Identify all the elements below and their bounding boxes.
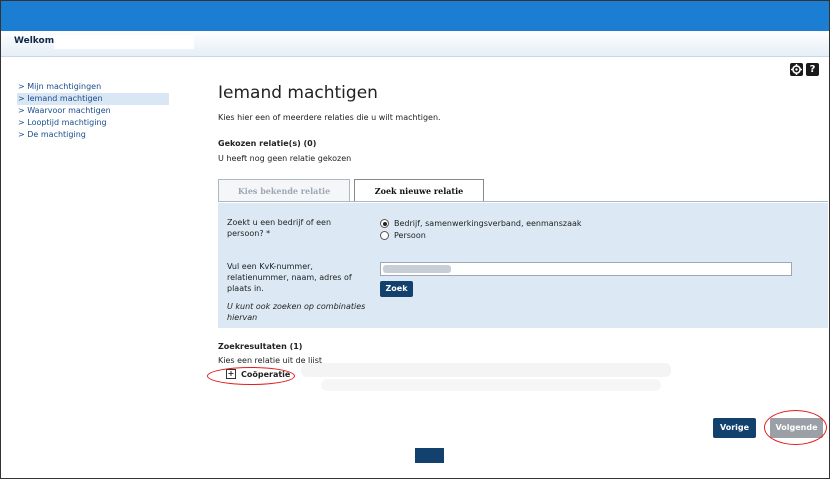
kvk-hint: U kunt ook zoeken op combinaties hiervan [227, 302, 366, 322]
sidebar-item-waarvoor-machtigen[interactable]: > Waarvoor machtigen [17, 105, 169, 117]
gear-icon[interactable] [790, 63, 803, 76]
highlight-circle-result [207, 367, 295, 385]
sidebar-item-looptijd-machtiging[interactable]: > Looptijd machtiging [17, 117, 169, 129]
radio-checked-icon[interactable] [380, 219, 389, 228]
intro-text: Kies hier een of meerdere relaties die u… [218, 113, 441, 122]
chosen-relations-heading: Gekozen relatie(s) (0) [218, 139, 317, 148]
welcome-bar: Welkom [1, 31, 829, 57]
radio-persoon-label: Persoon [394, 231, 426, 240]
sidebar-item-mijn-machtigingen[interactable]: > Mijn machtigingen [17, 81, 169, 93]
redacted-input-value [383, 265, 451, 273]
tool-icons: ? [790, 63, 819, 76]
welcome-text: Welkom [14, 36, 55, 46]
entity-type-question: Zoekt u een bedrijf of een persoon? * [227, 218, 332, 238]
tab-zoek-nieuwe-relatie[interactable]: Zoek nieuwe relatie [354, 179, 484, 202]
results-heading: Zoekresultaten (1) [218, 342, 303, 351]
highlight-circle-next [764, 410, 827, 445]
sidebar: > Mijn machtigingen > Iemand machtigen >… [17, 81, 169, 141]
redacted-result-details [301, 363, 671, 377]
previous-button[interactable]: Vorige [713, 418, 756, 438]
sidebar-item-iemand-machtigen[interactable]: > Iemand machtigen [17, 93, 169, 105]
search-panel: Zoekt u een bedrijf of een persoon? * Be… [218, 203, 828, 328]
top-banner [1, 1, 829, 31]
bottom-button[interactable] [415, 448, 444, 463]
redacted-user-name [54, 35, 194, 49]
sidebar-item-de-machtiging[interactable]: > De machtiging [17, 129, 169, 141]
tab-divider [218, 201, 828, 202]
redacted-result-details-2 [321, 379, 661, 391]
radio-bedrijf-label: Bedrijf, samenwerkingsverband, eenmansza… [394, 219, 582, 228]
browser-frame: Welkom > Mijn machtigingen > Iemand mach… [0, 0, 830, 479]
radio-bedrijf[interactable]: Bedrijf, samenwerkingsverband, eenmansza… [380, 219, 582, 228]
zoek-button[interactable]: Zoek [380, 281, 413, 297]
radio-persoon[interactable]: Persoon [380, 231, 426, 240]
help-icon[interactable]: ? [806, 63, 819, 76]
kvk-label: Vul een KvK-nummer, relatienummer, naam,… [227, 262, 352, 293]
radio-unchecked-icon[interactable] [380, 231, 389, 240]
tab-kies-bekende-relatie[interactable]: Kies bekende relatie [218, 179, 350, 202]
chosen-relations-text: U heeft nog geen relatie gekozen [218, 154, 352, 163]
kvk-search-input[interactable] [380, 262, 792, 276]
page-title: Iemand machtigen [218, 83, 378, 103]
